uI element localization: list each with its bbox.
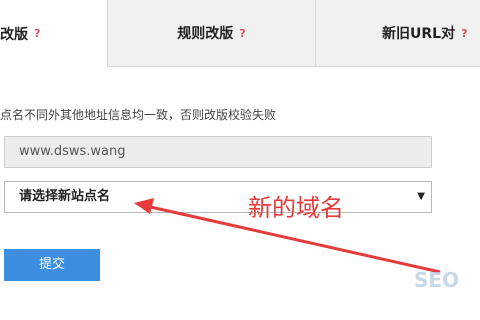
submit-button[interactable]: 提交 [4,249,100,281]
annotation-label: 新的域名 [248,194,344,222]
arrow-head-icon [134,198,154,214]
watermark-text: SEO [414,268,460,292]
watermark-logo: SEO [414,268,480,312]
